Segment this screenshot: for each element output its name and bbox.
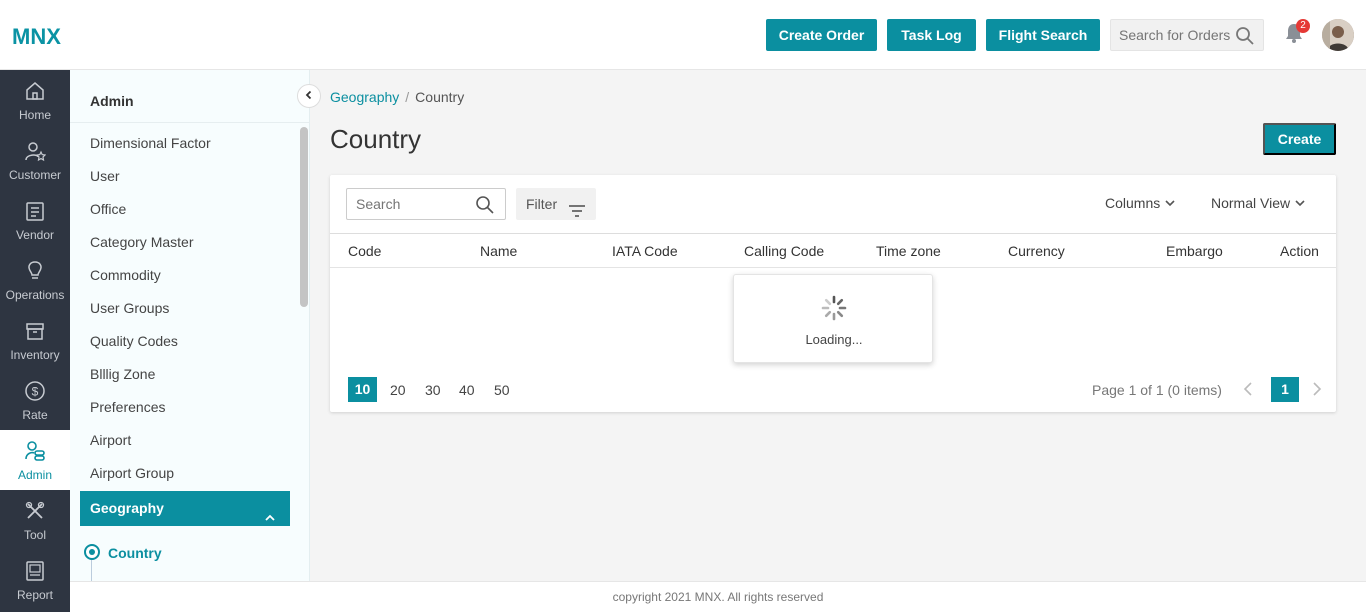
dollar-icon: $ [24,380,46,402]
report-icon [24,560,46,582]
nav-item-home[interactable]: Home [0,70,70,130]
submenu-item-commodity[interactable]: Commodity [90,267,161,283]
nav-item-tool[interactable]: Tool [0,490,70,550]
submenu-scrollbar[interactable] [300,127,308,307]
admin-icon [24,440,46,462]
page-size-30[interactable]: 30 [425,382,441,398]
table-header: Code Name IATA Code Calling Code Time zo… [330,234,1336,268]
nav-item-admin[interactable]: Admin [0,430,70,490]
submenu-item-dimensional-factor[interactable]: Dimensional Factor [90,135,211,151]
chevron-up-icon [264,502,276,537]
chevron-down-icon [1294,195,1306,211]
filter-button[interactable]: Filter [516,188,596,220]
column-header-time-zone[interactable]: Time zone [876,243,941,259]
chevron-down-icon [1164,195,1176,211]
submenu-item-user-groups[interactable]: User Groups [90,300,169,316]
columns-label: Columns [1105,195,1161,211]
submenu-item-category-master[interactable]: Category Master [90,234,193,250]
submenu-group-geography[interactable]: Geography [80,491,290,526]
submenu-item-preferences[interactable]: Preferences [90,399,165,415]
column-header-code[interactable]: Code [348,243,381,259]
divider [70,122,310,123]
loading-text: Loading... [805,332,863,347]
page-title: Country [330,124,422,154]
submenu-item-billig-zone[interactable]: Blllig Zone [90,366,155,382]
vendor-icon [24,200,46,222]
nav-item-report[interactable]: Report [0,550,70,610]
home-icon [24,80,46,102]
nav-item-inventory[interactable]: Inventory [0,310,70,370]
submenu-heading: Admin [90,93,134,109]
grid-search-input[interactable] [347,189,467,219]
svg-text:$: $ [32,385,39,399]
view-label: Normal View [1211,195,1291,211]
create-order-button[interactable]: Create Order [766,19,877,51]
tree-line [91,560,92,581]
breadcrumb-current: Country [415,89,465,105]
page-button-1[interactable]: 1 [1271,377,1299,402]
avatar[interactable] [1322,19,1354,51]
nav-item-rate[interactable]: $ Rate [0,370,70,430]
column-header-calling-code[interactable]: Calling Code [744,243,824,259]
nav-item-operations[interactable]: Operations [0,250,70,310]
customer-icon [24,140,47,162]
submenu-item-office[interactable]: Office [90,201,126,217]
submenu-item-airport[interactable]: Airport [90,432,131,448]
search-icon[interactable] [475,195,495,220]
column-header-name[interactable]: Name [480,243,517,259]
column-header-action: Action [1280,243,1319,259]
submenu-item-country[interactable]: Country [108,545,162,561]
filter-icon [568,197,586,229]
page-size-50[interactable]: 50 [494,382,510,398]
loading-panel: Loading... [733,274,933,363]
order-search-input[interactable] [1111,20,1231,50]
spinner-icon [821,295,847,326]
task-log-button[interactable]: Task Log [887,19,976,51]
top-header: MNX Create Order Task Log Flight Search … [0,0,1366,70]
submenu-item-quality-codes[interactable]: Quality Codes [90,333,178,349]
nav-item-vendor[interactable]: Vendor [0,190,70,250]
operations-icon [24,260,46,282]
notification-badge: 2 [1296,19,1310,33]
filter-label: Filter [526,196,558,212]
page-size-40[interactable]: 40 [459,382,475,398]
chevron-left-icon [304,87,314,105]
footer: copyright 2021 MNX. All rights reserved [70,581,1366,612]
breadcrumb-separator: / [405,89,410,105]
grid-search-box [346,188,506,220]
data-grid: Filter Columns Normal View Code Name IAT… [330,175,1336,412]
column-header-currency[interactable]: Currency [1008,243,1065,259]
page-size-10[interactable]: 10 [348,377,377,402]
app-logo[interactable]: MNX [12,24,61,50]
column-header-embargo[interactable]: Embargo [1166,243,1223,259]
order-search-box [1110,19,1264,51]
columns-dropdown[interactable]: Columns [1105,195,1176,211]
collapse-submenu-button[interactable] [297,84,321,108]
submenu-item-airport-group[interactable]: Airport Group [90,465,174,481]
nav-item-customer[interactable]: Customer [0,130,70,190]
chevron-left-icon[interactable] [1242,381,1254,402]
breadcrumb: Geography / Country [330,89,464,105]
flight-search-button[interactable]: Flight Search [986,19,1100,51]
pagination-info: Page 1 of 1 (0 items) [1092,382,1222,398]
inventory-icon [24,320,46,342]
selected-indicator [84,544,100,560]
main-sidebar: Home Customer Vendor Operations Inventor… [0,70,70,612]
view-dropdown[interactable]: Normal View [1211,195,1306,211]
search-icon[interactable] [1235,26,1255,51]
breadcrumb-geography[interactable]: Geography [330,89,399,105]
create-button[interactable]: Create [1263,123,1336,155]
page-size-20[interactable]: 20 [390,382,406,398]
submenu-item-user[interactable]: User [90,168,120,184]
column-header-iata-code[interactable]: IATA Code [612,243,678,259]
chevron-right-icon[interactable] [1311,381,1323,402]
group-label: Geography [90,500,164,516]
tool-icon [24,500,46,522]
